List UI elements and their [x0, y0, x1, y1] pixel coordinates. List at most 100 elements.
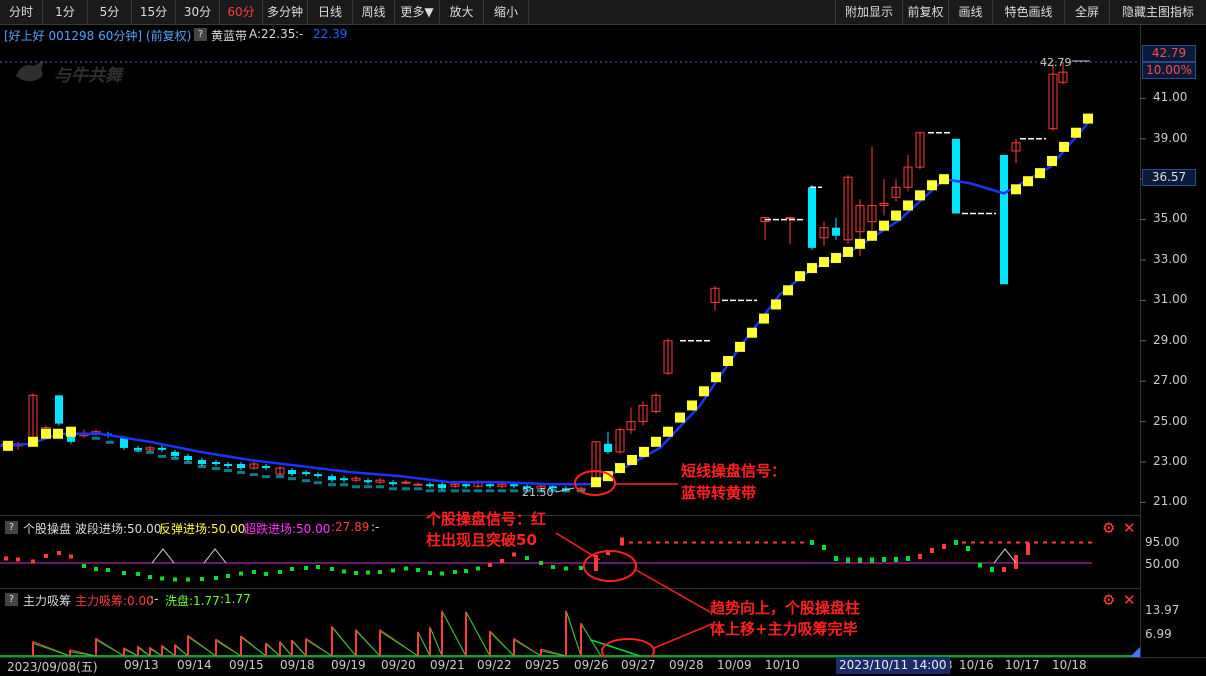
- candle-body-down: [832, 227, 840, 236]
- date-label: 09/15: [229, 658, 264, 672]
- indicator1-dash: [728, 541, 732, 544]
- indicator2-green-slope: [442, 612, 467, 657]
- yellow-band-block: [783, 285, 793, 296]
- yellow-band-block: [843, 246, 853, 257]
- yellow-band-block: [1047, 156, 1057, 167]
- low-price-label: 21.50: [522, 486, 554, 499]
- blue-band-tick: [389, 487, 397, 491]
- indicator1-item4: :27.89: [331, 520, 370, 534]
- indicator1-dash: [962, 541, 966, 544]
- indicator1-dot: [366, 570, 370, 575]
- indicator1-dot: [954, 540, 958, 545]
- indicator1-dot: [69, 554, 73, 559]
- yellow-band-block: [711, 372, 721, 383]
- indicator1-dot: [512, 552, 516, 557]
- indicator1-dot: [564, 566, 568, 571]
- indicator1-dash: [629, 541, 633, 544]
- indicator1-dot: [918, 554, 922, 559]
- price-tick: 41.00: [1153, 90, 1188, 104]
- yellow-band-block: [819, 257, 829, 268]
- indicator1-dash: [746, 541, 750, 544]
- indicator1-dot: [342, 569, 346, 574]
- indicator1-triangle: [151, 548, 175, 564]
- blue-band-tick: [302, 479, 310, 483]
- indicator1-dash: [710, 541, 714, 544]
- candle-body-down: [462, 484, 470, 487]
- indicator1-dash: [1007, 541, 1011, 544]
- indicator1-dash: [1052, 541, 1056, 544]
- date-label: 10/16: [959, 658, 994, 672]
- blue-band-tick: [262, 475, 270, 479]
- indicator1-dash: [665, 541, 669, 544]
- indicator1-dot: [539, 561, 543, 565]
- blue-band-tick: [120, 444, 128, 448]
- indicator1-triangle: [993, 548, 1017, 564]
- yellow-band-block: [903, 200, 913, 211]
- yellow-band-block: [807, 263, 817, 274]
- indicator1-item1: 波段进场:50.00: [75, 522, 162, 536]
- yellow-band-block: [1011, 184, 1021, 195]
- yellow-band-block: [687, 400, 697, 411]
- blue-band-tick: [288, 477, 296, 481]
- close-icon[interactable]: ✕: [1123, 521, 1136, 536]
- price-tick: 23.00: [1153, 454, 1188, 468]
- candle-body-down: [808, 187, 816, 248]
- indicator2-green-slope: [150, 648, 163, 657]
- indicator1-dash: [737, 541, 741, 544]
- indicator1-dot: [476, 566, 480, 571]
- gear-icon[interactable]: ⚙: [1102, 593, 1116, 608]
- indicator1-dash: [656, 541, 660, 544]
- indicator2-name: 主力吸筹: [23, 594, 72, 608]
- yellow-band-block: [53, 428, 63, 439]
- annotation-trend-2: 体上移+主力吸筹完毕: [710, 620, 858, 638]
- indicator1-dot: [378, 570, 382, 574]
- help-icon[interactable]: ?: [5, 593, 18, 606]
- gear-icon[interactable]: ⚙: [1102, 521, 1116, 536]
- yellow-band-block: [66, 426, 76, 437]
- indicator1-dash: [1079, 541, 1083, 544]
- help-icon[interactable]: ?: [5, 521, 18, 534]
- indicator1-red-bar: [1026, 543, 1030, 555]
- kline-chart[interactable]: [0, 0, 1206, 675]
- candle-body-down: [237, 464, 245, 469]
- indicator2-green-slope: [280, 643, 293, 657]
- indicator1-dot: [846, 557, 850, 563]
- date-label: 09/14: [177, 658, 212, 672]
- resize-corner-icon[interactable]: [1130, 647, 1140, 657]
- indicator1-name: 个股操盘: [23, 522, 72, 536]
- yellow-band-block: [651, 436, 661, 447]
- indicator1-tick: 50.00: [1145, 557, 1180, 571]
- indicator1-dot: [464, 569, 468, 573]
- blue-band-tick: [237, 471, 245, 475]
- indicator1-item2: 反弹进场:50.00: [159, 522, 246, 536]
- indicator1-dash: [1070, 541, 1074, 544]
- indicator2-item1: 主力吸筹:0.00: [75, 594, 154, 608]
- yellow-band-block: [879, 220, 889, 231]
- blue-band-tick: [462, 489, 470, 493]
- indicator1-dot: [186, 577, 190, 582]
- blue-band-tick: [376, 485, 384, 489]
- indicator1-dot: [870, 557, 874, 563]
- candle-body-down: [510, 484, 518, 487]
- blue-band-tick: [486, 489, 494, 493]
- indicator1-item3: 超跌进场:50.00: [244, 522, 331, 536]
- indicator1-dot: [106, 568, 110, 572]
- candle-body-down: [389, 482, 397, 485]
- indicator1-dot: [239, 571, 243, 576]
- indicator1-dot: [990, 567, 994, 572]
- indicator1-dot: [525, 556, 529, 560]
- indicator1-dot: [440, 571, 444, 576]
- yellow-band-block: [1071, 127, 1081, 138]
- indicator1-tick: 95.00: [1145, 535, 1180, 549]
- price-tick: 39.00: [1153, 131, 1188, 145]
- indicator1-dash: [782, 541, 786, 544]
- indicator2-green-slope: [188, 637, 217, 657]
- blue-band-tick: [352, 485, 360, 489]
- date-label: 09/21: [430, 658, 465, 672]
- indicator1-dash: [773, 541, 777, 544]
- close-icon[interactable]: ✕: [1123, 593, 1136, 608]
- indicator1-dot: [894, 557, 898, 562]
- yellow-band-block: [915, 190, 925, 201]
- indicator1-dot: [354, 571, 358, 575]
- indicator2-tick: 6.99: [1145, 627, 1172, 641]
